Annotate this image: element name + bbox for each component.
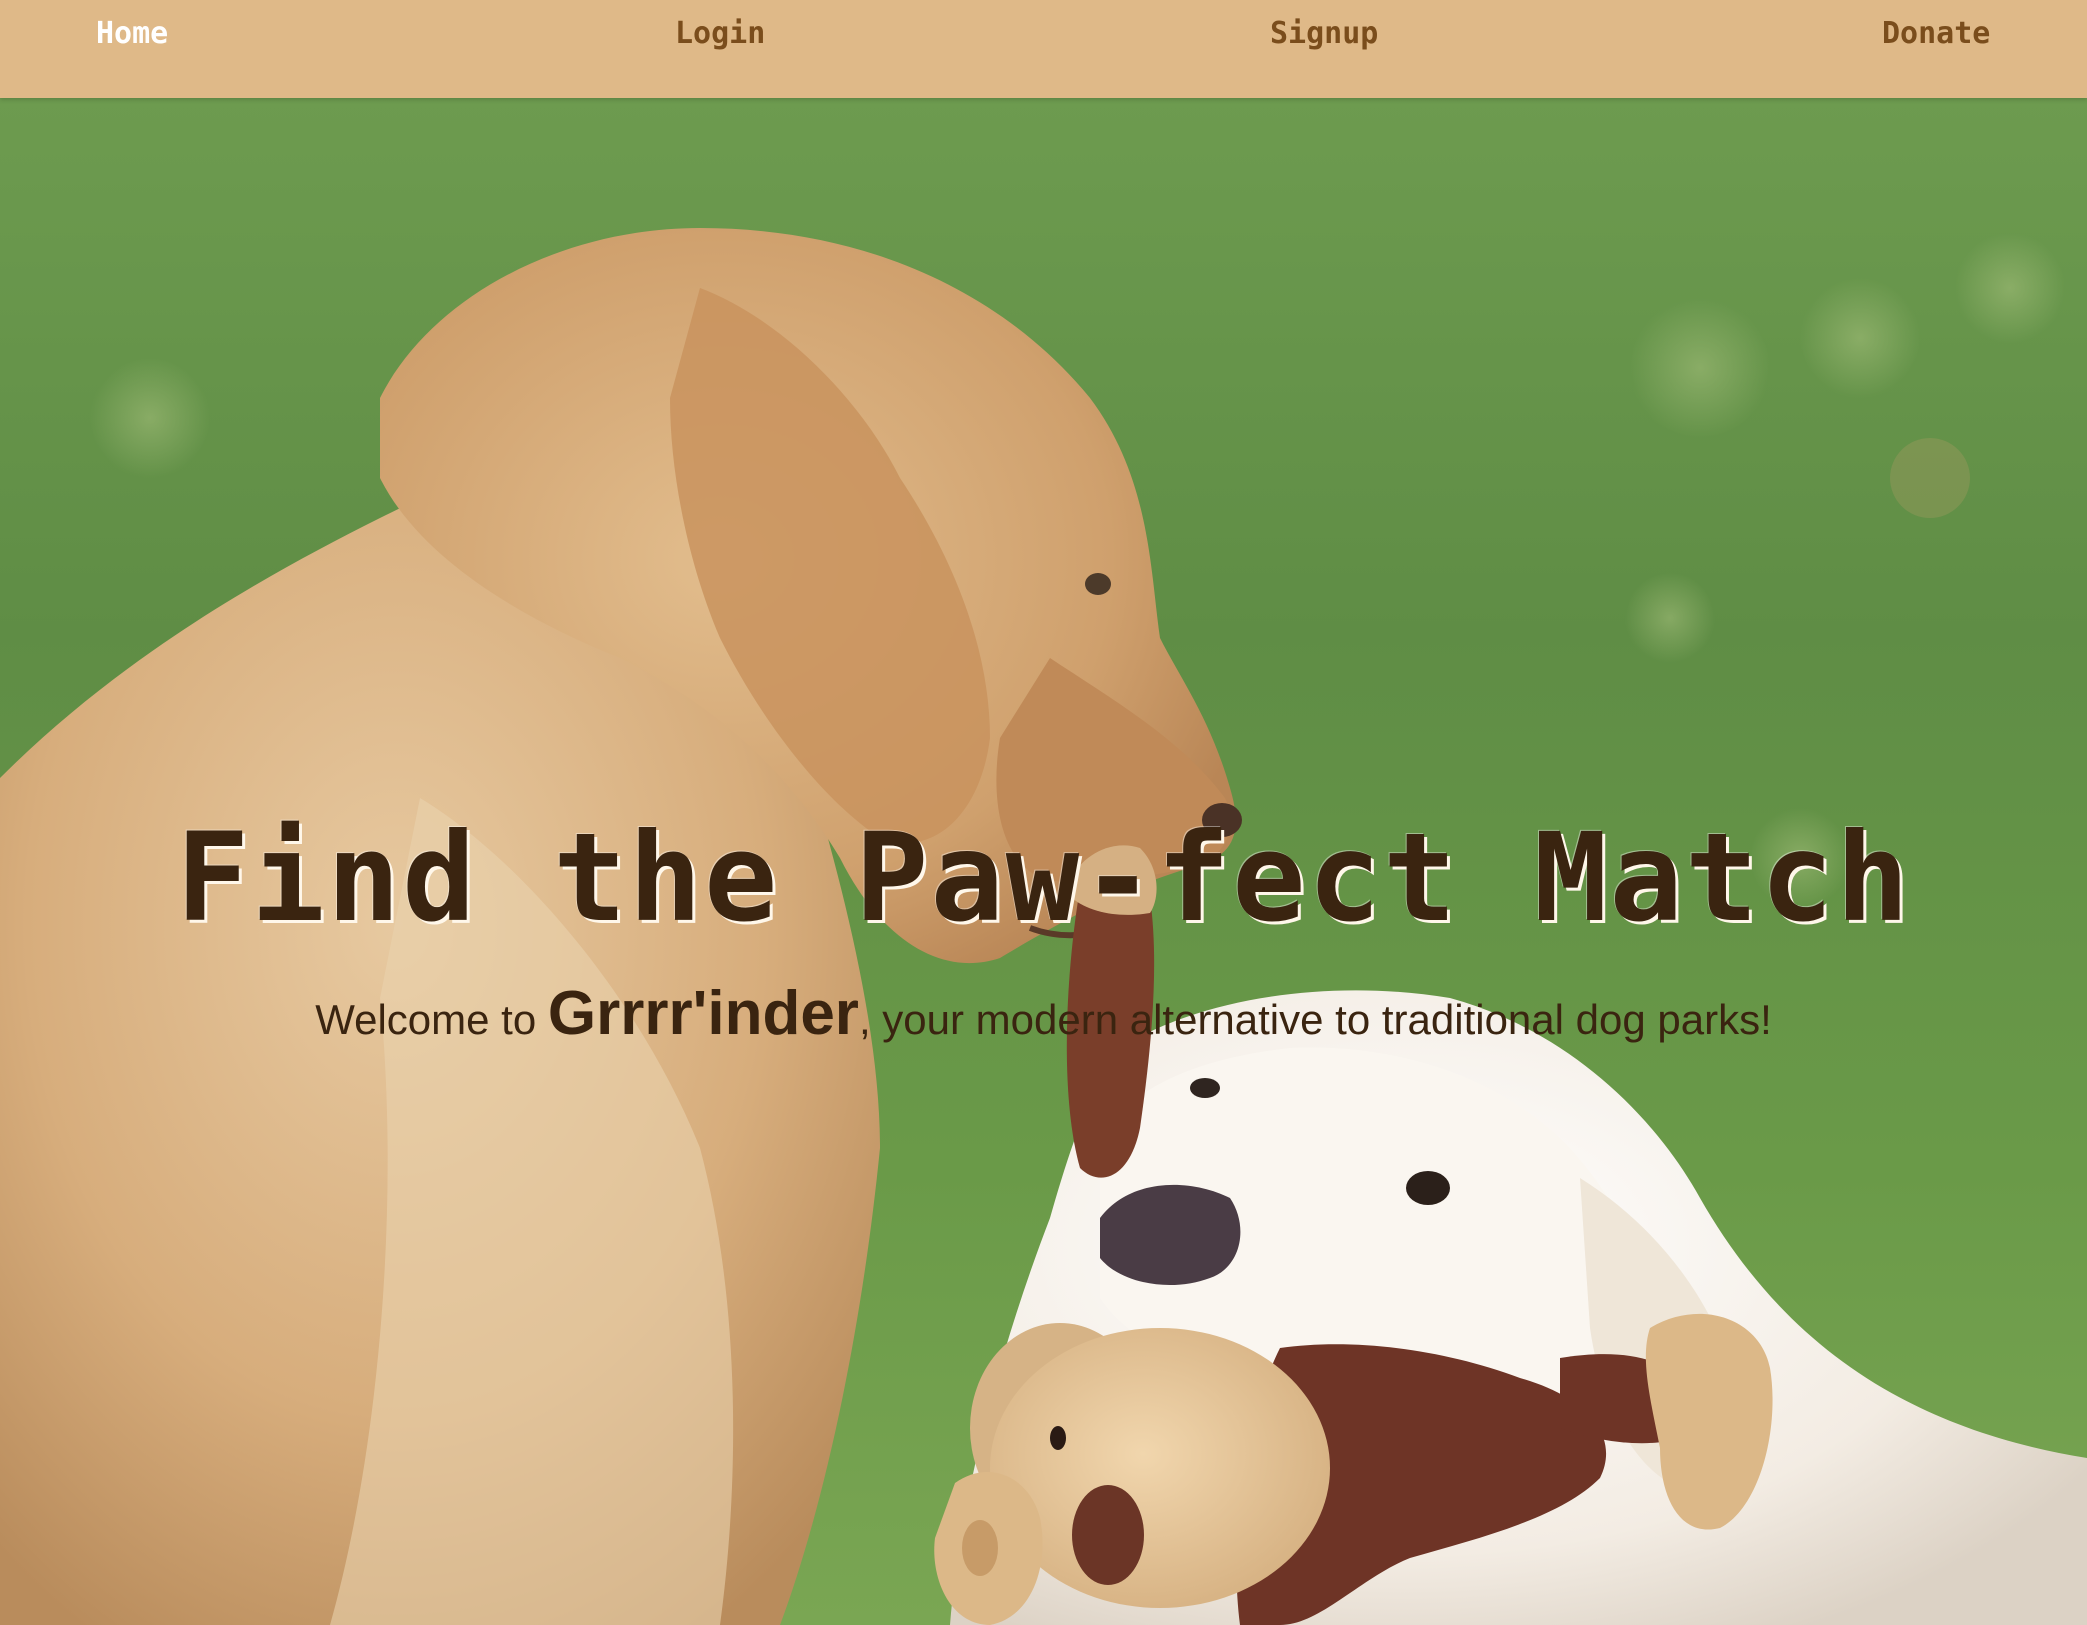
nav-home-link[interactable]: Home <box>96 16 168 52</box>
nav-login-link[interactable]: Login <box>675 16 765 52</box>
brand-name: Grrrr'inder <box>547 979 859 1048</box>
hero-title: Find the Paw-fect Match <box>175 807 1912 949</box>
top-navbar: Home Login Signup Donate <box>0 0 2087 98</box>
landing-page: Home Login Signup Donate Find the Paw-fe… <box>0 0 2087 1625</box>
hero-subtitle: Welcome to Grrrr'inder, your modern alte… <box>0 982 2087 1052</box>
subtitle-prefix: Welcome to <box>315 996 548 1043</box>
nav-donate-link[interactable]: Donate <box>1882 16 1990 52</box>
subtitle-suffix: , your modern alternative to traditional… <box>858 996 1772 1043</box>
nav-signup-link[interactable]: Signup <box>1270 16 1378 52</box>
